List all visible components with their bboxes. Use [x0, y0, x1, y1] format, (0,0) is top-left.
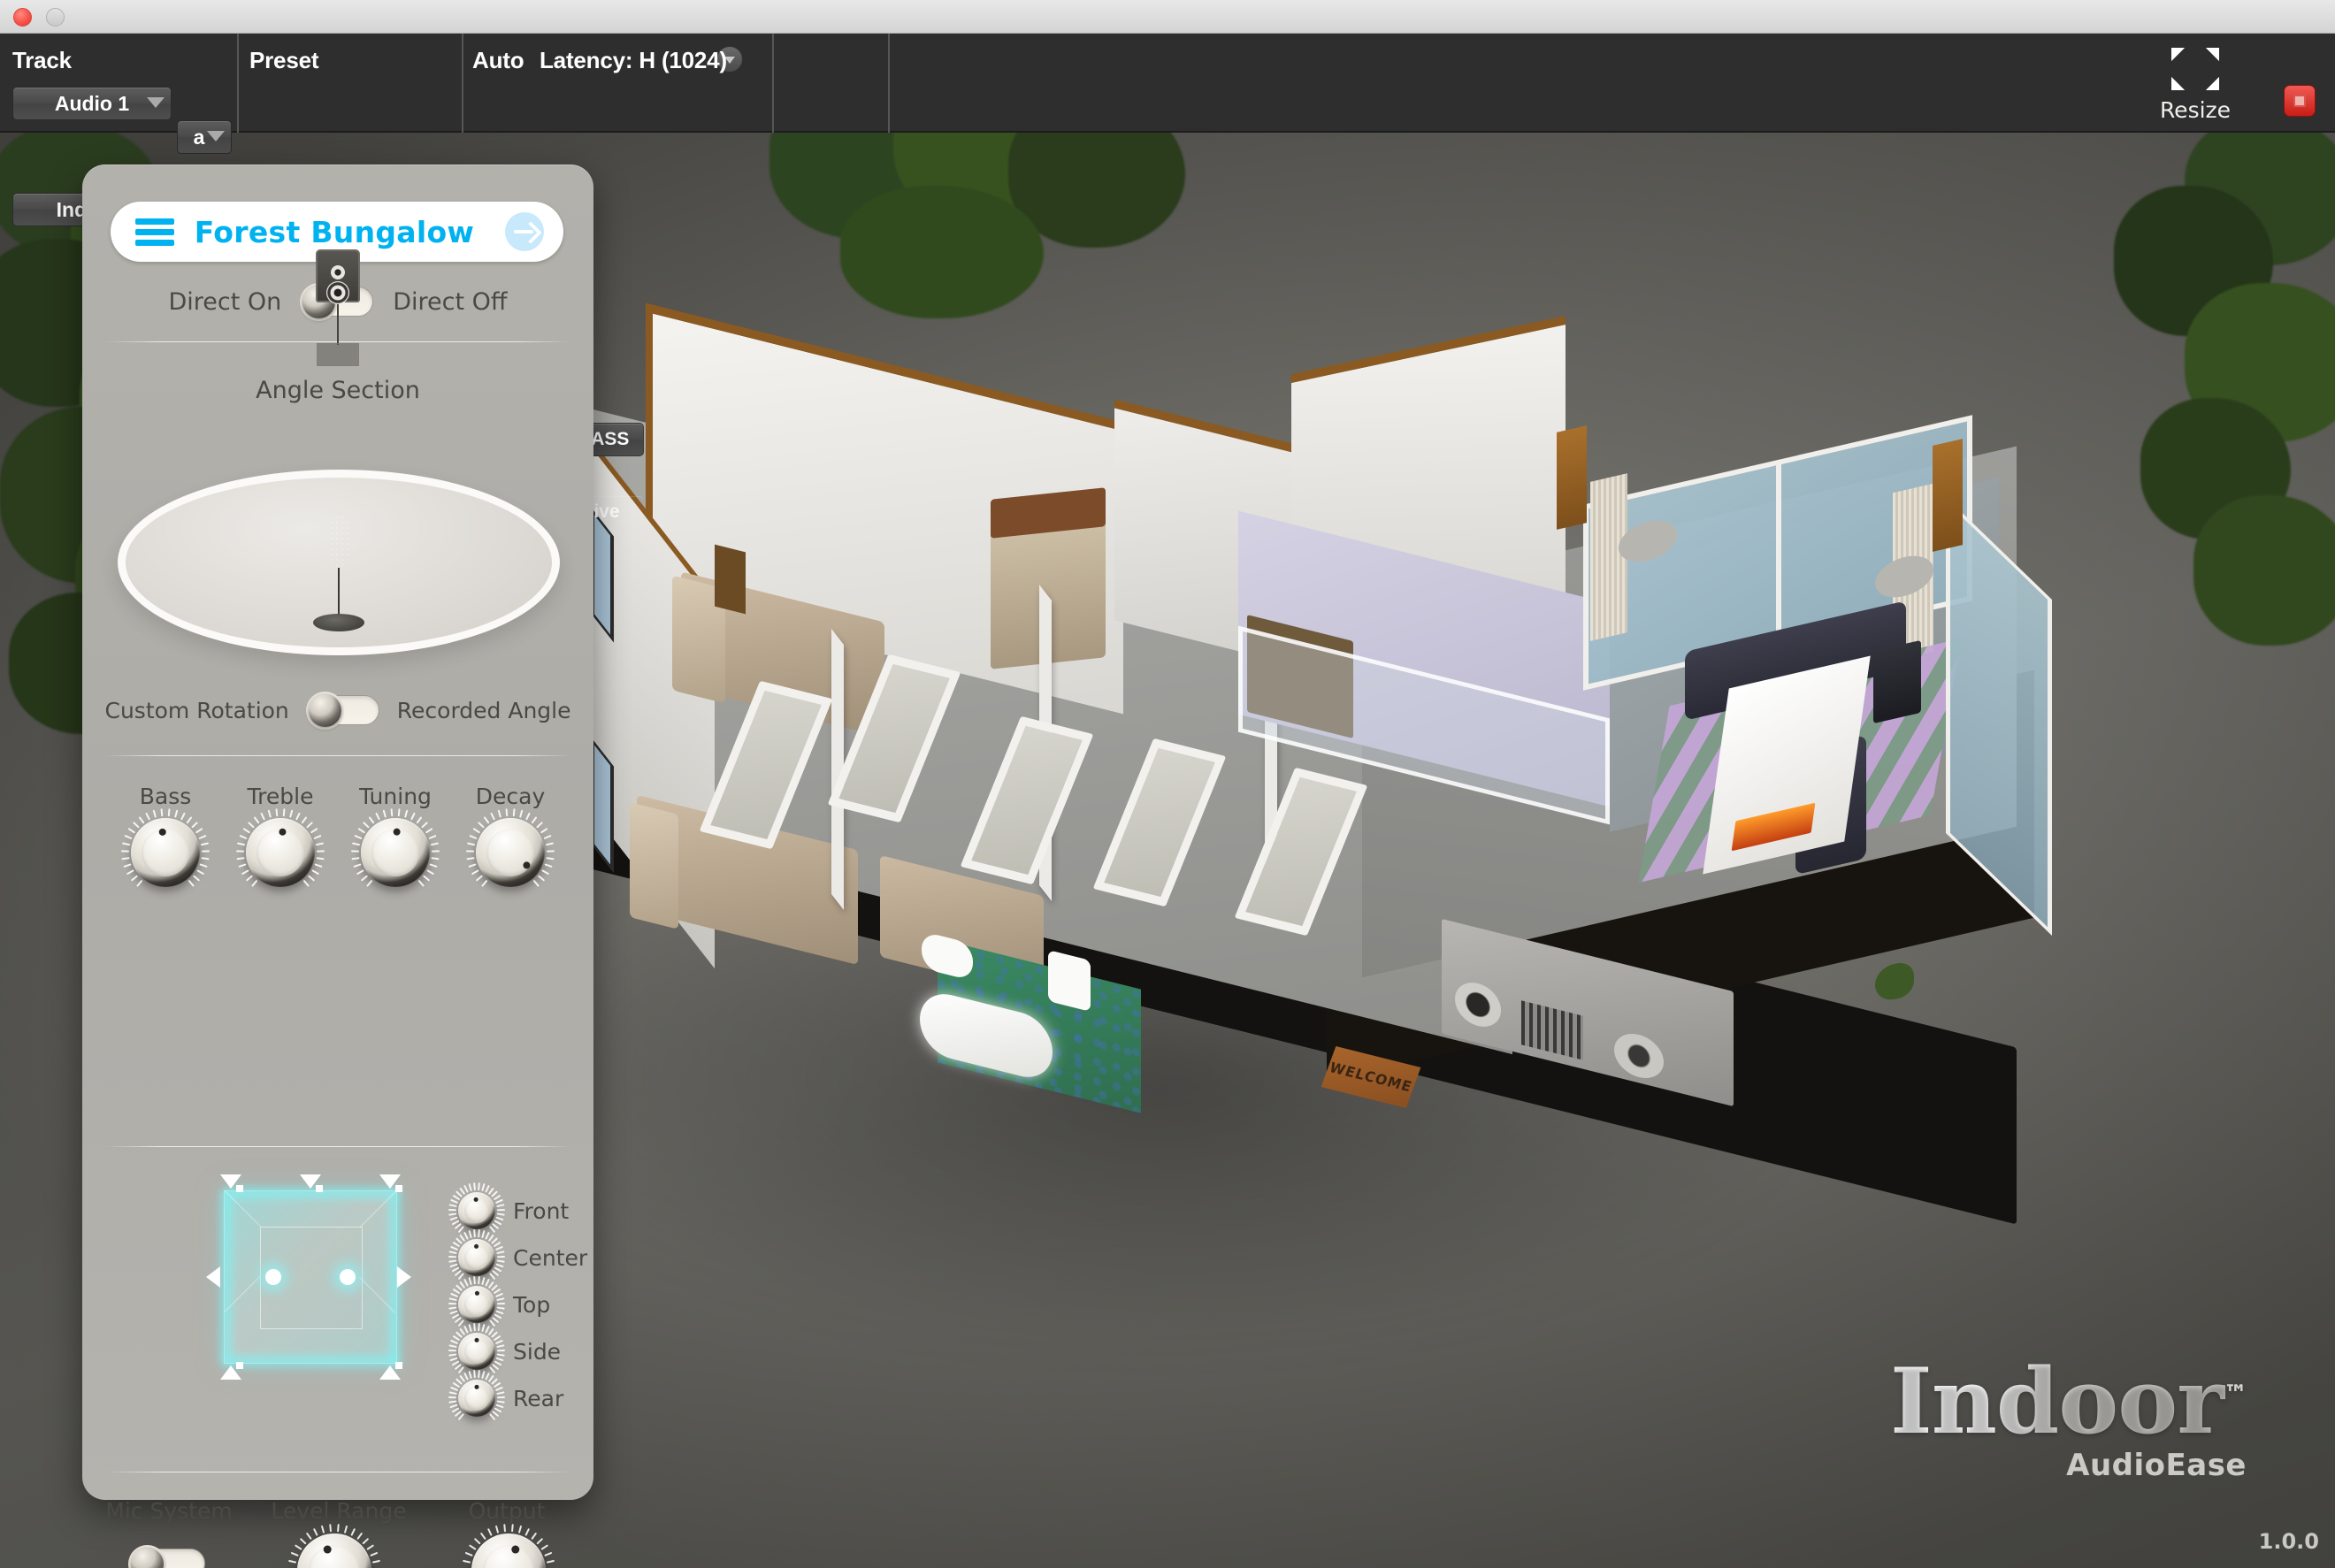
knob-dial[interactable] — [120, 808, 211, 887]
tone-knob-label: Tuning — [359, 784, 432, 809]
knob-pointer — [511, 1545, 520, 1554]
tone-knob-holder — [348, 808, 443, 887]
direct-on-label: Direct On — [168, 287, 282, 316]
tone-knob-bass: Bass — [118, 784, 213, 887]
window-close-button[interactable] — [13, 8, 32, 27]
chevron-down-icon — [207, 131, 225, 142]
channel-knob-label: Top — [513, 1291, 551, 1318]
recorded-angle-label: Recorded Angle — [396, 697, 571, 723]
knob-cap — [142, 829, 189, 876]
direct-off-label: Direct Off — [393, 287, 508, 316]
channel-knob-label: Front — [513, 1197, 570, 1224]
plugin-toolbar: Track Audio 1 a Indoor Atmos Preset <fac… — [0, 34, 2335, 522]
track-header-label: Track — [12, 47, 72, 73]
knob-dial[interactable] — [287, 1524, 381, 1568]
window-minimize-button[interactable] — [46, 8, 65, 27]
knob-dial[interactable] — [465, 808, 555, 887]
latency-header-label: Latency: H (1024) — [540, 47, 727, 73]
knob-pointer — [474, 1337, 479, 1342]
knob-dial[interactable] — [448, 1276, 506, 1327]
house-cutaway-render: WELCOME — [555, 256, 2264, 1388]
product-logo: Indoor™ AudioEase — [1890, 1349, 2247, 1483]
tone-knob-holder — [233, 808, 328, 887]
auto-header-label: Auto — [472, 47, 524, 73]
knob-cap — [464, 1292, 489, 1317]
tone-knob-holder — [118, 808, 213, 887]
speaker-icon[interactable] — [316, 249, 360, 366]
knob-pointer — [158, 828, 166, 836]
knob-dial[interactable] — [350, 808, 440, 887]
channel-knob-label: Center — [513, 1244, 588, 1271]
knob-cap — [486, 829, 534, 876]
level-range-title: Level Range — [271, 1498, 407, 1524]
channel-knob-rear: Rear — [448, 1370, 564, 1421]
knob-pointer — [323, 1545, 332, 1554]
knob-pointer — [474, 1290, 479, 1296]
next-arrow-icon[interactable] — [505, 212, 544, 251]
channel-knob-front: Front — [448, 1182, 570, 1234]
rotation-toggle[interactable] — [306, 694, 379, 727]
knob-dial[interactable] — [448, 1370, 506, 1421]
channel-knob-label: Side — [513, 1338, 562, 1365]
resize-control[interactable]: Resize — [2142, 46, 2248, 123]
preset-header-label: Preset — [249, 47, 319, 73]
track-letter-button[interactable]: a — [177, 120, 232, 154]
speaker-cube-icon[interactable] — [206, 1174, 445, 1425]
rotation-toggle-row: Custom Rotation Recorded Angle — [82, 694, 593, 727]
output-knob[interactable] — [462, 1524, 555, 1568]
tone-knob-treble: Treble — [233, 784, 328, 887]
knob-cap — [371, 829, 419, 876]
trademark-symbol: ™ — [2224, 1381, 2247, 1409]
knob-dial[interactable] — [462, 1524, 555, 1568]
channel-knob-top: Top — [448, 1276, 551, 1327]
level-range-knob[interactable] — [287, 1524, 381, 1568]
tone-knob-decay: Decay — [463, 784, 558, 887]
version-label: 1.0.0 — [2258, 1529, 2319, 1554]
resize-collapse-icon — [2170, 46, 2221, 92]
custom-rotation-label: Custom Rotation — [104, 697, 289, 723]
channel-knob-label: Rear — [513, 1385, 564, 1411]
track-select-button[interactable]: Audio 1 — [12, 87, 172, 120]
output-title: Output — [468, 1498, 546, 1524]
divider-3 — [104, 1146, 571, 1147]
tone-knob-holder — [463, 808, 558, 887]
mic-system-toggle[interactable] — [129, 1548, 205, 1568]
chevron-down-icon — [147, 97, 165, 108]
record-enable-icon[interactable] — [2284, 85, 2316, 117]
knob-dial[interactable] — [448, 1323, 506, 1374]
knob-cap — [464, 1339, 489, 1364]
tone-knob-label: Treble — [247, 784, 314, 809]
angle-section-title: Angle Section — [256, 377, 420, 404]
track-letter-label: a — [193, 125, 205, 149]
knob-dial[interactable] — [448, 1229, 506, 1281]
knob-cap — [464, 1386, 489, 1411]
tone-knob-tuning: Tuning — [348, 784, 443, 887]
tone-knob-label: Decay — [475, 784, 546, 809]
mic-system-title: Mic System — [105, 1498, 233, 1524]
tone-knob-label: Bass — [139, 784, 192, 809]
knob-cap — [464, 1198, 489, 1223]
knob-pointer — [474, 1243, 479, 1249]
resize-label: Resize — [2159, 97, 2232, 123]
knob-dial[interactable] — [448, 1182, 506, 1234]
knob-cap — [464, 1245, 489, 1270]
knob-dial[interactable] — [235, 808, 325, 887]
application-window: WELCOME Track Audio 1 a Preset Auto Late… — [0, 0, 2335, 1568]
microphone-stand-icon[interactable] — [313, 515, 364, 631]
knob-pointer — [474, 1384, 479, 1389]
preset-title: Forest Bungalow — [194, 214, 475, 249]
knob-pointer — [279, 828, 287, 836]
channel-knob-center: Center — [448, 1229, 588, 1281]
product-name: Indoor™ — [1890, 1349, 2247, 1456]
angle-section-stage[interactable] — [118, 470, 560, 655]
channel-knob-side: Side — [448, 1323, 562, 1374]
knob-cap — [256, 829, 304, 876]
indoor-plugin-panel: Forest Bungalow Direct On Direct Off Ang… — [82, 164, 593, 1568]
knob-pointer — [473, 1197, 478, 1202]
track-select-label: Audio 1 — [54, 91, 130, 115]
divider-2 — [104, 755, 571, 756]
knob-pointer — [393, 828, 401, 836]
knob-pointer — [523, 861, 531, 869]
window-titlebar — [0, 0, 2335, 34]
